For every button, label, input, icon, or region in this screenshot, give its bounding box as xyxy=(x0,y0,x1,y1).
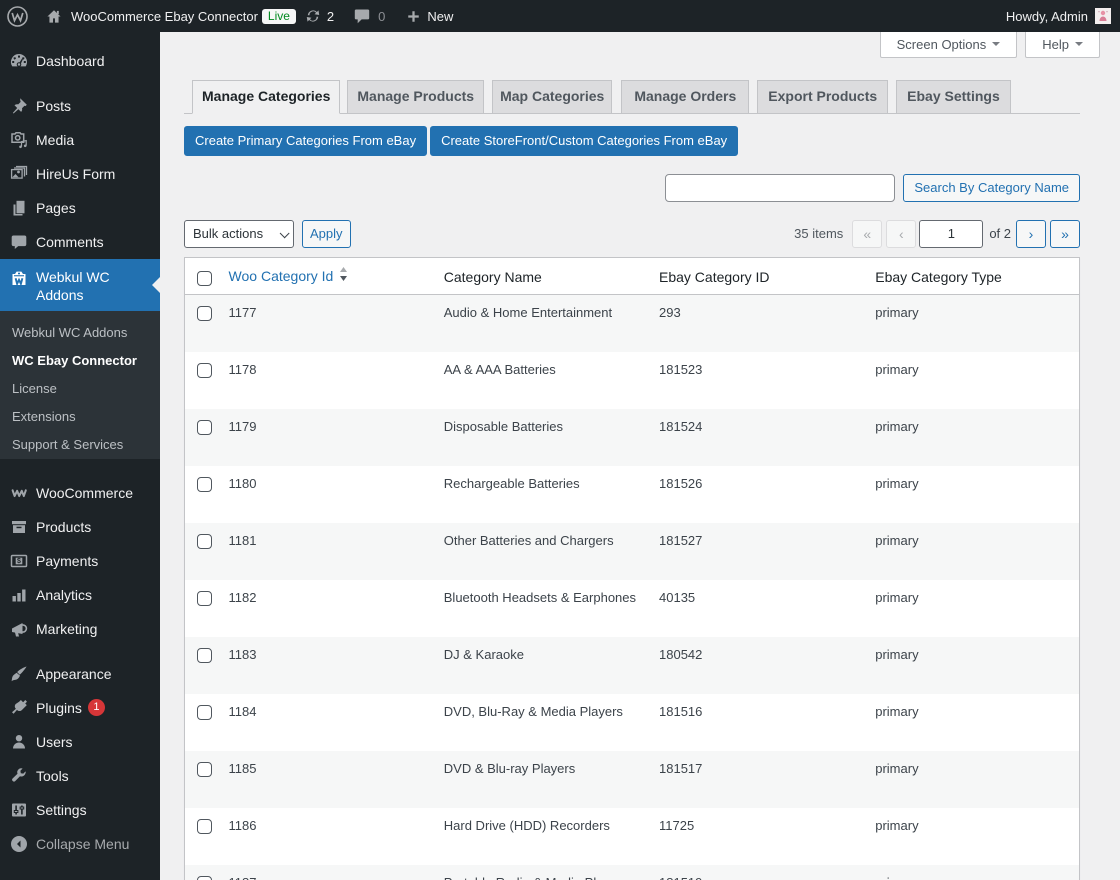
svg-text:$: $ xyxy=(17,558,21,565)
